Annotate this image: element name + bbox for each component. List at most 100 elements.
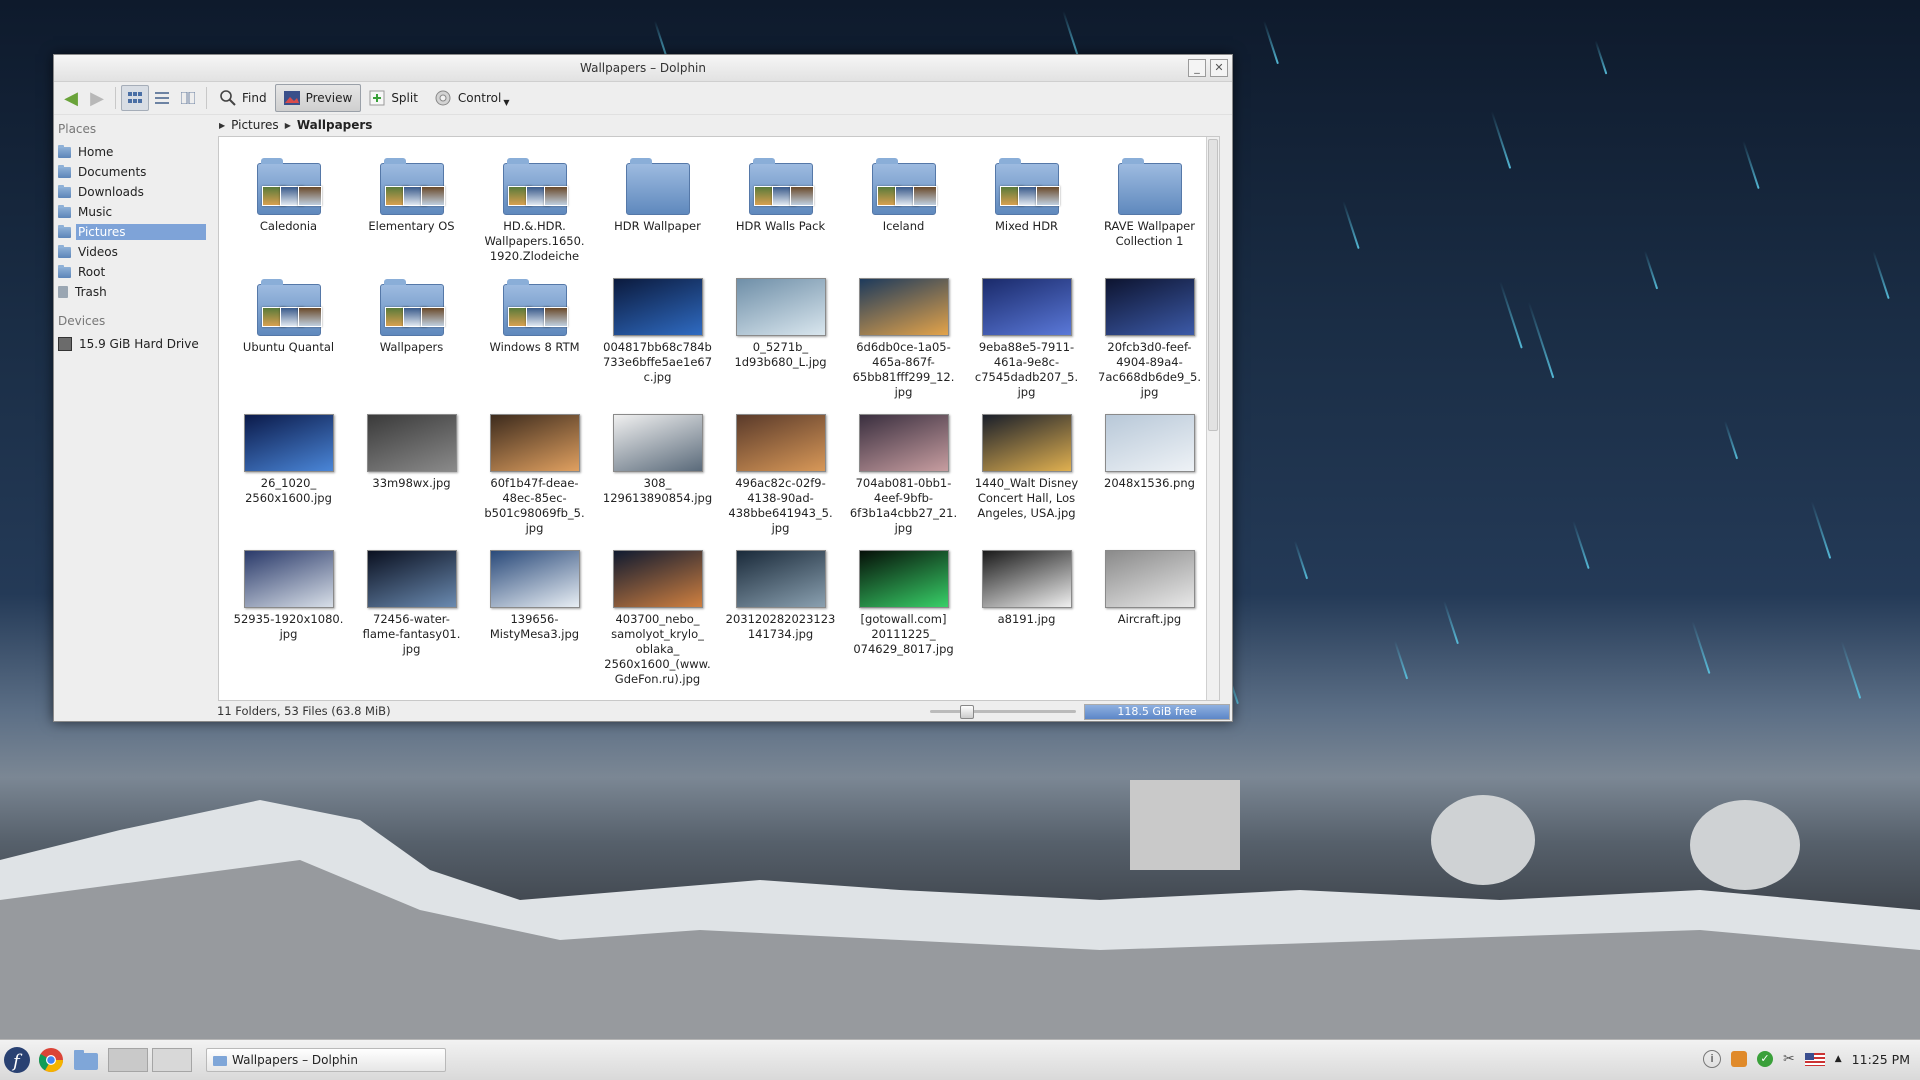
- image-file-item[interactable]: [gotowall.com] 20111225_ 074629_8017.jpg: [842, 544, 965, 687]
- image-file-item[interactable]: 0_5271b_ 1d93b680_L.jpg: [719, 272, 842, 400]
- info-icon[interactable]: i: [1703, 1050, 1722, 1068]
- sidebar-item-downloads[interactable]: Downloads: [54, 182, 214, 202]
- split-button[interactable]: Split: [361, 85, 426, 111]
- close-button[interactable]: ✕: [1210, 59, 1228, 77]
- minimize-button[interactable]: _: [1188, 59, 1206, 77]
- folder-preview-thumbnail: [420, 307, 445, 327]
- star-trail: [1723, 420, 1739, 460]
- vertical-scrollbar[interactable]: [1206, 137, 1219, 700]
- folder-item[interactable]: RAVE Wallpaper Collection 1: [1088, 151, 1211, 264]
- star-trail: [1263, 20, 1279, 65]
- updates-icon[interactable]: [1731, 1051, 1748, 1067]
- image-file-item[interactable]: 139656- MistyMesa3.jpg: [473, 544, 596, 687]
- folder-icon: [58, 204, 71, 218]
- image-file-item[interactable]: 33m98wx.jpg: [350, 408, 473, 536]
- image-thumbnail: [612, 278, 703, 336]
- scrollbar-thumb[interactable]: [1208, 139, 1218, 431]
- us-flag-icon[interactable]: [1804, 1052, 1825, 1066]
- back-arrow-icon[interactable]: ◀: [58, 85, 84, 111]
- folder-item[interactable]: HDR Wallpaper: [596, 151, 719, 264]
- folder-item[interactable]: Windows 8 RTM: [473, 272, 596, 400]
- image-file-item[interactable]: 403700_nebo_ samolyot_krylo_ oblaka_ 256…: [596, 544, 719, 687]
- image-thumbnail: [489, 414, 580, 472]
- desktop-pager-1[interactable]: [108, 1046, 148, 1074]
- task-dolphin[interactable]: Wallpapers – Dolphin: [206, 1048, 446, 1072]
- folder-item[interactable]: Mixed HDR: [965, 151, 1088, 264]
- check-icon[interactable]: ✓: [1757, 1051, 1774, 1067]
- sidebar-item-root[interactable]: Root: [54, 262, 214, 282]
- image-file-item[interactable]: 60f1b47f-deae- 48ec-85ec- b501c98069fb_5…: [473, 408, 596, 536]
- sidebar-item-label: Downloads: [78, 185, 144, 199]
- image-file-item[interactable]: 20fcb3d0-feef- 4904-89a4- 7ac668db6de9_5…: [1088, 272, 1211, 400]
- image-file-item[interactable]: 704ab081-0bb1- 4eef-9bfb- 6f3b1a4cbb27_2…: [842, 408, 965, 536]
- trash-icon: [58, 286, 68, 298]
- zoom-slider[interactable]: [930, 705, 1076, 719]
- image-file-item[interactable]: 72456-water- flame-fantasy01. jpg: [350, 544, 473, 687]
- breadcrumb-item-pictures[interactable]: Pictures: [231, 118, 279, 132]
- sidebar-item-pictures[interactable]: Pictures: [54, 222, 214, 242]
- forward-arrow-icon[interactable]: ▶: [84, 85, 110, 111]
- file-name-label: RAVE Wallpaper Collection 1: [1104, 219, 1195, 248]
- sidebar-item-home[interactable]: Home: [54, 142, 214, 162]
- chevron-up-icon[interactable]: ▲: [1835, 1054, 1842, 1064]
- folder-item[interactable]: HD.&.HDR. Wallpapers.1650. 1920.Zlodeich…: [473, 151, 596, 264]
- application-launcher-button[interactable]: f: [2, 1046, 32, 1074]
- star-trail: [1810, 501, 1832, 559]
- sidebar-item-music[interactable]: Music: [54, 202, 214, 222]
- folder-icon: [748, 158, 814, 215]
- folder-item[interactable]: Caledonia: [227, 151, 350, 264]
- file-name-label: 1440_Walt Disney Concert Hall, Los Angel…: [974, 476, 1079, 520]
- folder-preview-thumbnail: [297, 186, 322, 206]
- folder-item[interactable]: Elementary OS: [350, 151, 473, 264]
- sidebar-item-videos[interactable]: Videos: [54, 242, 214, 262]
- folder-item[interactable]: Iceland: [842, 151, 965, 264]
- folder-item[interactable]: HDR Walls Pack: [719, 151, 842, 264]
- pager-desktop-icon: [152, 1048, 192, 1072]
- control-button-label: Control: [457, 91, 502, 105]
- folder-icon: [58, 224, 71, 238]
- folder-item[interactable]: Wallpapers: [350, 272, 473, 400]
- clock[interactable]: 11:25 PM: [1852, 1052, 1910, 1067]
- image-file-item[interactable]: 203120282023123 141734.jpg: [719, 544, 842, 687]
- sidebar-item-hard-drive[interactable]: 15.9 GiB Hard Drive: [54, 334, 214, 354]
- file-view[interactable]: Caledonia Elementary OS HD.&.HDR. Wallpape…: [218, 136, 1220, 701]
- file-name-label: 9eba88e5-7911- 461a-9e8c- c7545dadb207_5…: [974, 340, 1079, 399]
- image-file-item[interactable]: 52935-1920x1080. jpg: [227, 544, 350, 687]
- star-trail: [1572, 520, 1590, 570]
- control-menu-button[interactable]: Control ▼: [426, 85, 518, 111]
- desktop-pager-2[interactable]: [152, 1046, 192, 1074]
- file-manager-launcher[interactable]: [70, 1046, 102, 1074]
- star-trail: [1443, 600, 1459, 645]
- image-file-item[interactable]: 1440_Walt Disney Concert Hall, Los Angel…: [965, 408, 1088, 536]
- file-name-label: 308_ 129613890854.jpg: [602, 476, 713, 505]
- image-file-item[interactable]: 26_1020_ 2560x1600.jpg: [227, 408, 350, 536]
- folder-icon: [379, 158, 445, 215]
- icons-view-button[interactable]: [121, 85, 149, 111]
- breadcrumb-item-wallpapers[interactable]: Wallpapers: [297, 118, 373, 132]
- star-trail: [1691, 621, 1711, 674]
- image-file-item[interactable]: Aircraft.jpg: [1088, 544, 1211, 687]
- image-file-item[interactable]: 004817bb68c784b 733e6bffe5ae1e67 c.jpg: [596, 272, 719, 400]
- sidebar-item-trash[interactable]: Trash: [54, 282, 214, 302]
- image-thumbnail: [858, 550, 949, 608]
- folder-item[interactable]: Ubuntu Quantal: [227, 272, 350, 400]
- image-file-item[interactable]: 9eba88e5-7911- 461a-9e8c- c7545dadb207_5…: [965, 272, 1088, 400]
- window-titlebar[interactable]: Wallpapers – Dolphin _ ✕: [54, 55, 1232, 82]
- scissors-icon[interactable]: ✂: [1783, 1051, 1795, 1067]
- image-file-item[interactable]: 496ac82c-02f9- 4138-90ad- 438bbe641943_5…: [719, 408, 842, 536]
- columns-view-button[interactable]: [175, 86, 201, 110]
- details-view-button[interactable]: [149, 86, 175, 110]
- preview-button[interactable]: Preview: [274, 84, 362, 112]
- star-trail: [1062, 10, 1080, 60]
- find-button[interactable]: Find: [212, 85, 275, 111]
- image-file-item[interactable]: 308_ 129613890854.jpg: [596, 408, 719, 536]
- image-thumbnail: [981, 414, 1072, 472]
- image-file-item[interactable]: a8191.jpg: [965, 544, 1088, 687]
- split-button-label: Split: [391, 91, 418, 105]
- file-name-label: 20fcb3d0-feef- 4904-89a4- 7ac668db6de9_5…: [1098, 340, 1201, 399]
- sidebar-item-documents[interactable]: Documents: [54, 162, 214, 182]
- image-file-item[interactable]: 6d6db0ce-1a05- 465a-867f- 65bb81fff299_1…: [842, 272, 965, 400]
- chrome-launcher[interactable]: [36, 1046, 66, 1074]
- image-file-item[interactable]: 2048x1536.png: [1088, 408, 1211, 536]
- zoom-slider-handle[interactable]: [960, 705, 974, 719]
